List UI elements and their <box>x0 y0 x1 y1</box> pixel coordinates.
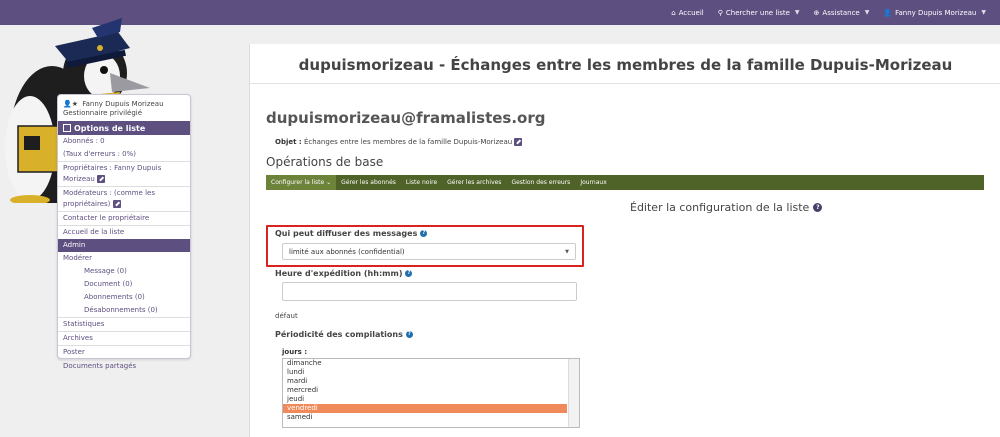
sidebar-title: Options de liste <box>58 121 190 135</box>
edit-subject-icon[interactable] <box>514 138 523 146</box>
jours-listbox[interactable]: dimanche lundi mardi mercredi jeudi vend… <box>282 358 580 428</box>
sidebar-moderer-desabonnements[interactable]: Désabonnements (0) <box>58 304 190 317</box>
heure-expedition-label: Heure d'expédition (hh:mm) ? <box>275 269 413 278</box>
tab-gerer-abonnes[interactable]: Gérer les abonnés <box>336 175 401 190</box>
chevron-down-icon: ⌄ <box>326 179 332 186</box>
help-icon[interactable]: ? <box>405 331 413 338</box>
sidebar-moderateurs[interactable]: Modérateurs : (comme les propriétaires) <box>58 186 190 211</box>
nav-assistance[interactable]: ⊕ Assistance ▼ <box>814 9 870 17</box>
search-icon: ⚲ <box>717 8 723 17</box>
basic-operations-heading: Opérations de base <box>266 155 384 169</box>
help-icon[interactable]: ? <box>420 230 428 237</box>
caret-down-icon: ▼ <box>864 9 870 16</box>
tab-gerer-archives[interactable]: Gérer les archives <box>442 175 506 190</box>
jour-option-selected[interactable]: vendredi <box>283 404 567 413</box>
user-star-icon: 👤★ <box>63 100 78 108</box>
title-divider <box>250 83 1000 84</box>
nav-chercher-liste[interactable]: ⚲ Chercher une liste ▼ <box>718 9 800 17</box>
sidebar-moderer-document[interactable]: Document (0) <box>58 278 190 291</box>
current-user-block: 👤★ Fanny Dupuis Morizeau Gestionnaire pr… <box>63 100 164 117</box>
list-email-heading: dupuismorizeau@framalistes.org <box>266 109 546 127</box>
edit-owners-icon[interactable] <box>97 175 106 183</box>
tab-configurer-liste[interactable]: Configurer la liste ⌄ <box>266 175 337 190</box>
qui-peut-diffuser-label: Qui peut diffuser des messages ? <box>275 229 428 238</box>
edit-moderators-icon[interactable] <box>112 200 121 208</box>
list-box-icon <box>63 124 71 132</box>
sidebar-documents-partages[interactable]: Documents partagés <box>58 359 190 373</box>
jour-option[interactable]: mercredi <box>283 386 567 395</box>
jour-option[interactable]: jeudi <box>283 395 567 404</box>
sidebar-abonnes[interactable]: Abonnés : 0 <box>58 135 190 148</box>
sidebar-poster[interactable]: Poster <box>58 345 190 359</box>
jour-option[interactable]: lundi <box>283 368 567 377</box>
user-icon: 👤 <box>883 8 893 17</box>
sidebar-statistiques[interactable]: Statistiques <box>58 317 190 331</box>
list-options-sidebar: 👤★ Fanny Dupuis Morizeau Gestionnaire pr… <box>57 94 191 370</box>
tab-liste-noire[interactable]: Liste noire <box>401 175 442 190</box>
nav-accueil[interactable]: ⌂ Accueil <box>671 9 703 17</box>
main-panel: dupuismorizeau - Échanges entre les memb… <box>249 44 1000 437</box>
jour-option[interactable]: mardi <box>283 377 567 386</box>
lifebuoy-icon: ⊕ <box>813 8 820 17</box>
jour-option[interactable]: dimanche <box>283 359 567 368</box>
heure-expedition-input[interactable] <box>282 282 577 301</box>
nav-user-menu[interactable]: 👤 Fanny Dupuis Morizeau ▼ <box>883 9 986 17</box>
jour-option[interactable]: samedi <box>283 413 567 422</box>
home-icon: ⌂ <box>671 8 676 17</box>
help-icon[interactable]: ? <box>405 270 413 277</box>
default-value-text: défaut <box>275 312 298 320</box>
help-icon[interactable]: ? <box>813 203 823 212</box>
tab-gestion-erreurs[interactable]: Gestion des erreurs <box>506 175 575 190</box>
periodicite-label: Périodicité des compilations ? <box>275 330 413 339</box>
select-arrow-icon: ▼ <box>565 248 569 255</box>
page-title: dupuismorizeau - Échanges entre les memb… <box>298 56 953 74</box>
sidebar-moderer[interactable]: Modérer <box>58 252 190 265</box>
tab-journaux[interactable]: Journaux <box>575 175 611 190</box>
config-heading: Éditer la configuration de la liste ? <box>630 201 823 214</box>
sidebar-admin[interactable]: Admin <box>58 239 190 252</box>
qui-peut-diffuser-select[interactable]: limité aux abonnés (confidential) ▼ <box>282 243 576 260</box>
sidebar-contacter-proprietaire[interactable]: Contacter le propriétaire <box>58 211 190 225</box>
listbox-scrollbar[interactable] <box>568 359 579 427</box>
caret-down-icon: ▼ <box>794 9 800 16</box>
jours-label: jours : <box>282 348 308 356</box>
caret-down-icon: ▼ <box>981 9 986 16</box>
sidebar-accueil-liste[interactable]: Accueil de la liste <box>58 225 190 239</box>
sidebar-proprietaires[interactable]: Propriétaires : Fanny Dupuis Morizeau <box>58 161 190 186</box>
sidebar-moderer-abonnements[interactable]: Abonnements (0) <box>58 291 190 304</box>
sidebar-archives[interactable]: Archives <box>58 331 190 345</box>
sidebar-moderer-message[interactable]: Message (0) <box>58 265 190 278</box>
list-subject: Objet : Échanges entre les membres de la… <box>275 138 523 146</box>
sidebar-taux-erreurs: (Taux d'erreurs : 0%) <box>63 150 137 158</box>
admin-tabs: Configurer la liste ⌄ Gérer les abonnés … <box>266 175 984 190</box>
